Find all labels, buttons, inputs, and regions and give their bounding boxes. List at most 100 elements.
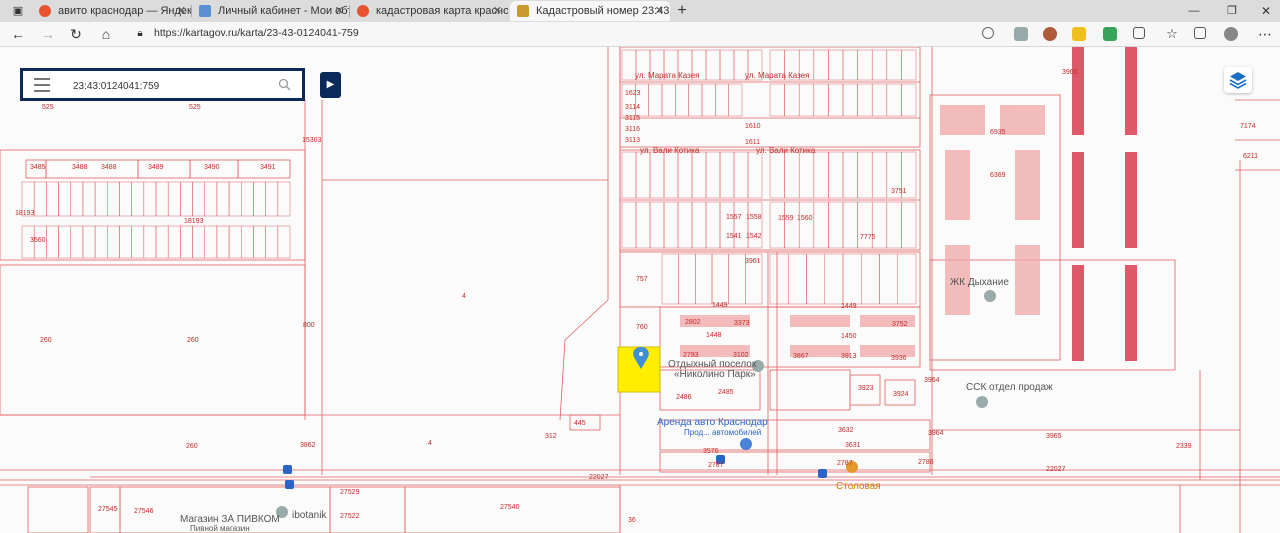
parcel-label: 445 bbox=[574, 420, 586, 427]
parcel-label: 260 bbox=[40, 337, 52, 344]
parcel-label: 757 bbox=[636, 276, 648, 283]
parcel-label: 4 bbox=[428, 440, 432, 447]
parcel-label: 3964 bbox=[928, 430, 944, 437]
parcel-label: 525 bbox=[189, 104, 201, 111]
parcel-label: 22027 bbox=[1046, 466, 1066, 473]
close-tab-icon[interactable]: ✕ bbox=[493, 1, 502, 21]
parcel-label: 3752 bbox=[892, 321, 908, 328]
parcel-label: 3491 bbox=[260, 164, 276, 171]
parcel-label: 3964 bbox=[924, 377, 940, 384]
poi-zhk-dykhanie[interactable]: ЖК Дыхание bbox=[950, 277, 1009, 288]
parcel-label: 312 bbox=[545, 433, 557, 440]
poi-ssk[interactable]: ССК отдел продаж bbox=[966, 382, 1053, 393]
home-icon[interactable]: ⌂ bbox=[96, 24, 116, 44]
more-menu-icon[interactable]: ⋯ bbox=[1255, 24, 1275, 44]
tab-cadastral-number[interactable]: Кадастровый номер 23:43:0124 ✕ bbox=[510, 1, 670, 21]
parcel-label: 1449 bbox=[841, 303, 857, 310]
parcel-label: 2802 bbox=[685, 319, 701, 326]
address-bar: ← → ↻ ⌂ 🔒︎ https://kartagov.ru/karta/23-… bbox=[0, 22, 1280, 47]
menu-icon[interactable] bbox=[34, 78, 50, 96]
emblem-favicon-icon bbox=[517, 5, 529, 17]
parcel-label: 27522 bbox=[340, 513, 360, 520]
user-extension-icon[interactable] bbox=[1043, 27, 1057, 41]
collections-icon[interactable] bbox=[1194, 27, 1206, 39]
parcel-label: 760 bbox=[636, 324, 648, 331]
parcel-label: 3913 bbox=[841, 353, 857, 360]
parcel-label: 18193 bbox=[184, 218, 204, 225]
favorites-add-icon[interactable] bbox=[982, 27, 994, 39]
poi-arenda[interactable]: Аренда авто Краснодар bbox=[657, 417, 768, 428]
parcel-label: 3102 bbox=[733, 352, 749, 359]
parcel-label: 800 bbox=[303, 322, 315, 329]
parcel-label: 1560 bbox=[797, 215, 813, 222]
street-label: ул. Марата Казея bbox=[745, 71, 810, 80]
parcel-label: 3488 bbox=[101, 164, 117, 171]
poi-magazin-sub: Пивной магазин bbox=[190, 524, 250, 533]
green-extension-icon[interactable] bbox=[1103, 27, 1117, 41]
tab-avito-yandex[interactable]: авито краснодар — Яндекс: на ✕ bbox=[32, 1, 192, 21]
parcel-label: 36 bbox=[628, 517, 636, 524]
minimize-icon[interactable]: — bbox=[1184, 1, 1204, 21]
favorites-icon[interactable]: ☆ bbox=[1162, 24, 1182, 44]
parcel-label: 3114 bbox=[625, 104, 641, 111]
parcel-label: 7775 bbox=[860, 234, 876, 241]
street-label: ул. Вали Котика bbox=[756, 146, 816, 155]
parcel-label: 3965 bbox=[1062, 69, 1078, 76]
parcel-label: 27529 bbox=[340, 489, 360, 496]
parcel-label: 27540 bbox=[500, 504, 520, 511]
extensions-icon[interactable] bbox=[1133, 27, 1145, 39]
poi-ibotanik[interactable]: ibotanik bbox=[292, 510, 326, 521]
back-icon[interactable]: ← bbox=[8, 24, 28, 44]
search-icon[interactable] bbox=[278, 78, 291, 91]
close-window-icon[interactable]: ✕ bbox=[1256, 1, 1276, 21]
layers-icon bbox=[1229, 72, 1247, 89]
url-field[interactable]: https://kartagov.ru/karta/23-43-0124041-… bbox=[154, 27, 359, 39]
parcel-label: 3115 bbox=[625, 115, 641, 122]
parcel-label: 3485 bbox=[30, 164, 46, 171]
lock-icon[interactable]: 🔒︎ bbox=[130, 24, 150, 44]
close-tab-icon[interactable]: ✕ bbox=[177, 1, 186, 21]
yandex-favicon-icon bbox=[39, 5, 51, 17]
restore-icon[interactable]: ❐ bbox=[1222, 1, 1242, 21]
parcel-label: 2787 bbox=[708, 462, 724, 469]
tab-bar: ▣ авито краснодар — Яндекс: на ✕ Личный … bbox=[0, 0, 1280, 22]
parcel-label: 6211 bbox=[1243, 153, 1259, 160]
parcel-label: 6935 bbox=[990, 129, 1006, 136]
cadastral-search-box bbox=[20, 68, 305, 101]
street-label: ул. Вали Котика bbox=[640, 146, 700, 155]
cadastral-map[interactable]: ул. Марата Казея ул. Марата Казея ул. Ва… bbox=[0, 47, 1280, 533]
close-tab-icon[interactable]: ✕ bbox=[655, 1, 664, 21]
parcel-label: 1448 bbox=[706, 332, 722, 339]
layers-button[interactable] bbox=[1224, 67, 1252, 93]
shield-extension-icon[interactable] bbox=[1014, 27, 1028, 41]
reload-icon[interactable]: ↻ bbox=[66, 24, 86, 44]
profile-avatar-icon[interactable] bbox=[1224, 27, 1238, 41]
parcel-label: 1610 bbox=[745, 123, 761, 130]
search-input[interactable] bbox=[71, 76, 275, 96]
parcel-label: 3560 bbox=[30, 237, 46, 244]
tab-cabinet[interactable]: Личный кабинет - Мои объявл ✕ bbox=[192, 1, 350, 21]
parcel-label: 27545 bbox=[98, 506, 118, 513]
tab-title: авито краснодар — Яндекс: на bbox=[58, 5, 192, 17]
parcel-label: 4 bbox=[462, 293, 466, 300]
parcel-label: 3490 bbox=[204, 164, 220, 171]
street-label: ул. Марата Казея bbox=[635, 71, 700, 80]
tab-actions-icon[interactable]: ▣ bbox=[8, 1, 28, 21]
parcel-label: 3961 bbox=[745, 258, 761, 265]
parcel-label: 3867 bbox=[793, 353, 809, 360]
forward-icon[interactable]: → bbox=[38, 24, 58, 44]
panel-toggle-arrow-icon[interactable]: ▶ bbox=[320, 72, 341, 98]
parcel-label: 2787 bbox=[837, 460, 853, 467]
page-favicon-icon bbox=[199, 5, 211, 17]
parcel-label: 260 bbox=[187, 337, 199, 344]
yellow-extension-icon[interactable] bbox=[1072, 27, 1086, 41]
tab-cadastral-map[interactable]: кадастровая карта краснодар - ✕ bbox=[350, 1, 508, 21]
close-tab-icon[interactable]: ✕ bbox=[335, 1, 344, 21]
parcel-label: 2486 bbox=[676, 394, 692, 401]
poi-poselok-sub[interactable]: «Николино Парк» bbox=[674, 369, 756, 380]
parcel-label: 1623 bbox=[625, 90, 641, 97]
parcel-label: 3965 bbox=[1046, 433, 1062, 440]
poi-arenda-sub: Прод... автомобилей bbox=[684, 428, 762, 437]
poi-stolovaya[interactable]: Столовая bbox=[836, 481, 881, 492]
new-tab-button[interactable]: + bbox=[672, 1, 692, 21]
